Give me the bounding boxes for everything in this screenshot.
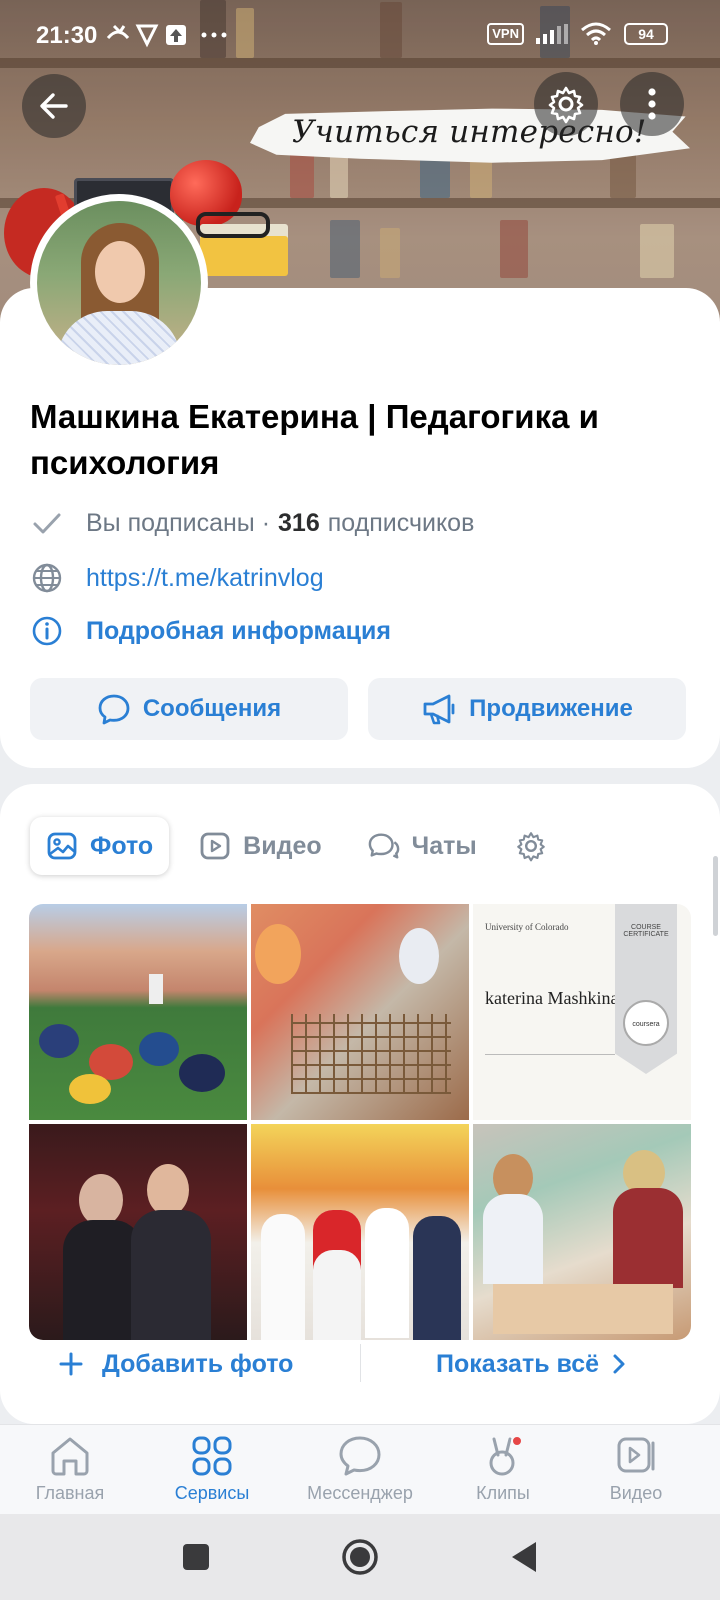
wifi-icon [581, 22, 611, 45]
subscription-status[interactable]: Вы подписаны · 316 подписчиков [30, 506, 474, 540]
photo-icon [47, 832, 77, 860]
tab-settings[interactable] [507, 817, 555, 875]
website-link[interactable]: https://t.me/katrinvlog [86, 564, 324, 593]
nav-video[interactable]: Видео [566, 1433, 706, 1504]
megaphone-icon [423, 694, 455, 725]
chats-icon [368, 833, 399, 859]
details-row[interactable]: Подробная информация [30, 614, 391, 648]
promotion-button-label: Продвижение [469, 695, 633, 722]
nav-clips[interactable]: Клипы [433, 1433, 573, 1504]
messages-button[interactable]: Сообщения [30, 678, 348, 740]
glasses-decor [196, 212, 270, 238]
photo-thumbnail[interactable] [251, 1124, 469, 1340]
messages-button-label: Сообщения [142, 695, 282, 722]
certificate-header: COURSE CERTIFICATE [623, 924, 669, 938]
avatar[interactable] [30, 194, 208, 372]
services-icon [192, 1436, 232, 1476]
media-tabs: Фото Видео Чаты [30, 816, 569, 876]
website-row[interactable]: https://t.me/katrinvlog [30, 561, 324, 595]
battery-icon: 94 [624, 23, 668, 45]
tab-videos-label: Видео [243, 831, 322, 860]
subscribers-label: подписчиков [327, 508, 475, 537]
vertical-dots-icon [648, 88, 656, 120]
nav-video-label: Видео [609, 1483, 663, 1503]
chevron-right-icon [613, 1354, 625, 1374]
nav-services-label: Сервисы [174, 1483, 250, 1503]
photo-grid: University of Colorado katerina Mashkina… [29, 904, 691, 1340]
photo-thumbnail[interactable] [29, 904, 247, 1120]
gear-icon [516, 832, 545, 862]
gear-icon [548, 86, 584, 124]
recent-apps-button[interactable] [166, 1532, 226, 1582]
status-time: 21:30 [36, 22, 98, 49]
page-title: Машкина Екатерина | Педагогика и психоло… [30, 398, 599, 481]
home-button[interactable] [330, 1532, 390, 1582]
show-all-button[interactable]: Показать всё [436, 1350, 627, 1379]
home-icon [51, 1437, 89, 1476]
signal-icon [536, 24, 568, 44]
status-bar: 21:30 VPN 94 [0, 0, 720, 72]
add-photo-label: Добавить фото [102, 1349, 294, 1378]
tab-photos[interactable]: Фото [30, 817, 170, 875]
tab-chats-label: Чаты [411, 831, 477, 860]
plus-icon [59, 1352, 83, 1376]
certificate-org: University of Colorado [485, 922, 569, 932]
subscribers-count: 316 [278, 508, 320, 537]
promotion-button[interactable]: Продвижение [368, 678, 686, 740]
details-link[interactable]: Подробная информация [86, 617, 391, 646]
books-decor [200, 236, 288, 276]
status-notification-icons [104, 20, 234, 56]
square-icon [183, 1544, 209, 1570]
notification-badge [511, 1435, 523, 1447]
photo-thumbnail[interactable] [251, 904, 469, 1120]
add-photo-button[interactable]: Добавить фото [58, 1350, 293, 1379]
checkmark-icon [33, 513, 61, 534]
circle-home-icon [342, 1539, 378, 1575]
arrow-left-icon [40, 93, 68, 119]
tab-photos-label: Фото [90, 831, 154, 860]
photo-thumbnail[interactable] [29, 1124, 247, 1340]
nav-clips-label: Клипы [476, 1483, 530, 1503]
subscribed-text: Вы подписаны · [86, 508, 271, 537]
vpn-indicator: VPN [487, 23, 524, 45]
info-icon [32, 616, 62, 646]
video-icon [617, 1437, 655, 1473]
certificate-name: katerina Mashkina [485, 988, 619, 1008]
certificate-seal: coursera [623, 1000, 669, 1046]
notification-icons [106, 24, 227, 48]
show-all-label: Показать всё [436, 1349, 600, 1378]
nav-services[interactable]: Сервисы [142, 1433, 282, 1504]
certificate-photo[interactable]: University of Colorado katerina Mashkina… [473, 904, 691, 1120]
chat-bubble-icon [98, 694, 130, 725]
nav-messenger[interactable]: Мессенджер [290, 1433, 430, 1504]
system-navigation-bar [0, 1514, 720, 1600]
tab-videos[interactable]: Видео [183, 817, 337, 875]
photo-thumbnail[interactable] [473, 1124, 691, 1340]
nav-home-label: Главная [35, 1483, 105, 1503]
nav-home[interactable]: Главная [0, 1433, 140, 1504]
triangle-back-icon [512, 1542, 536, 1572]
media-actions: Добавить фото Показать всё [0, 1334, 720, 1394]
back-system-button[interactable] [494, 1532, 554, 1582]
nav-messenger-label: Мессенджер [307, 1483, 413, 1503]
back-button[interactable] [22, 74, 86, 138]
scrollbar[interactable] [713, 856, 718, 936]
more-menu-button[interactable] [620, 72, 684, 136]
settings-button[interactable] [534, 72, 598, 136]
video-play-icon [200, 832, 230, 860]
bottom-navigation: Главная Сервисы Мессенджер Клипы Видео [0, 1424, 720, 1514]
globe-icon [32, 563, 62, 593]
tab-chats[interactable]: Чаты [352, 817, 493, 875]
messenger-icon [339, 1436, 381, 1476]
